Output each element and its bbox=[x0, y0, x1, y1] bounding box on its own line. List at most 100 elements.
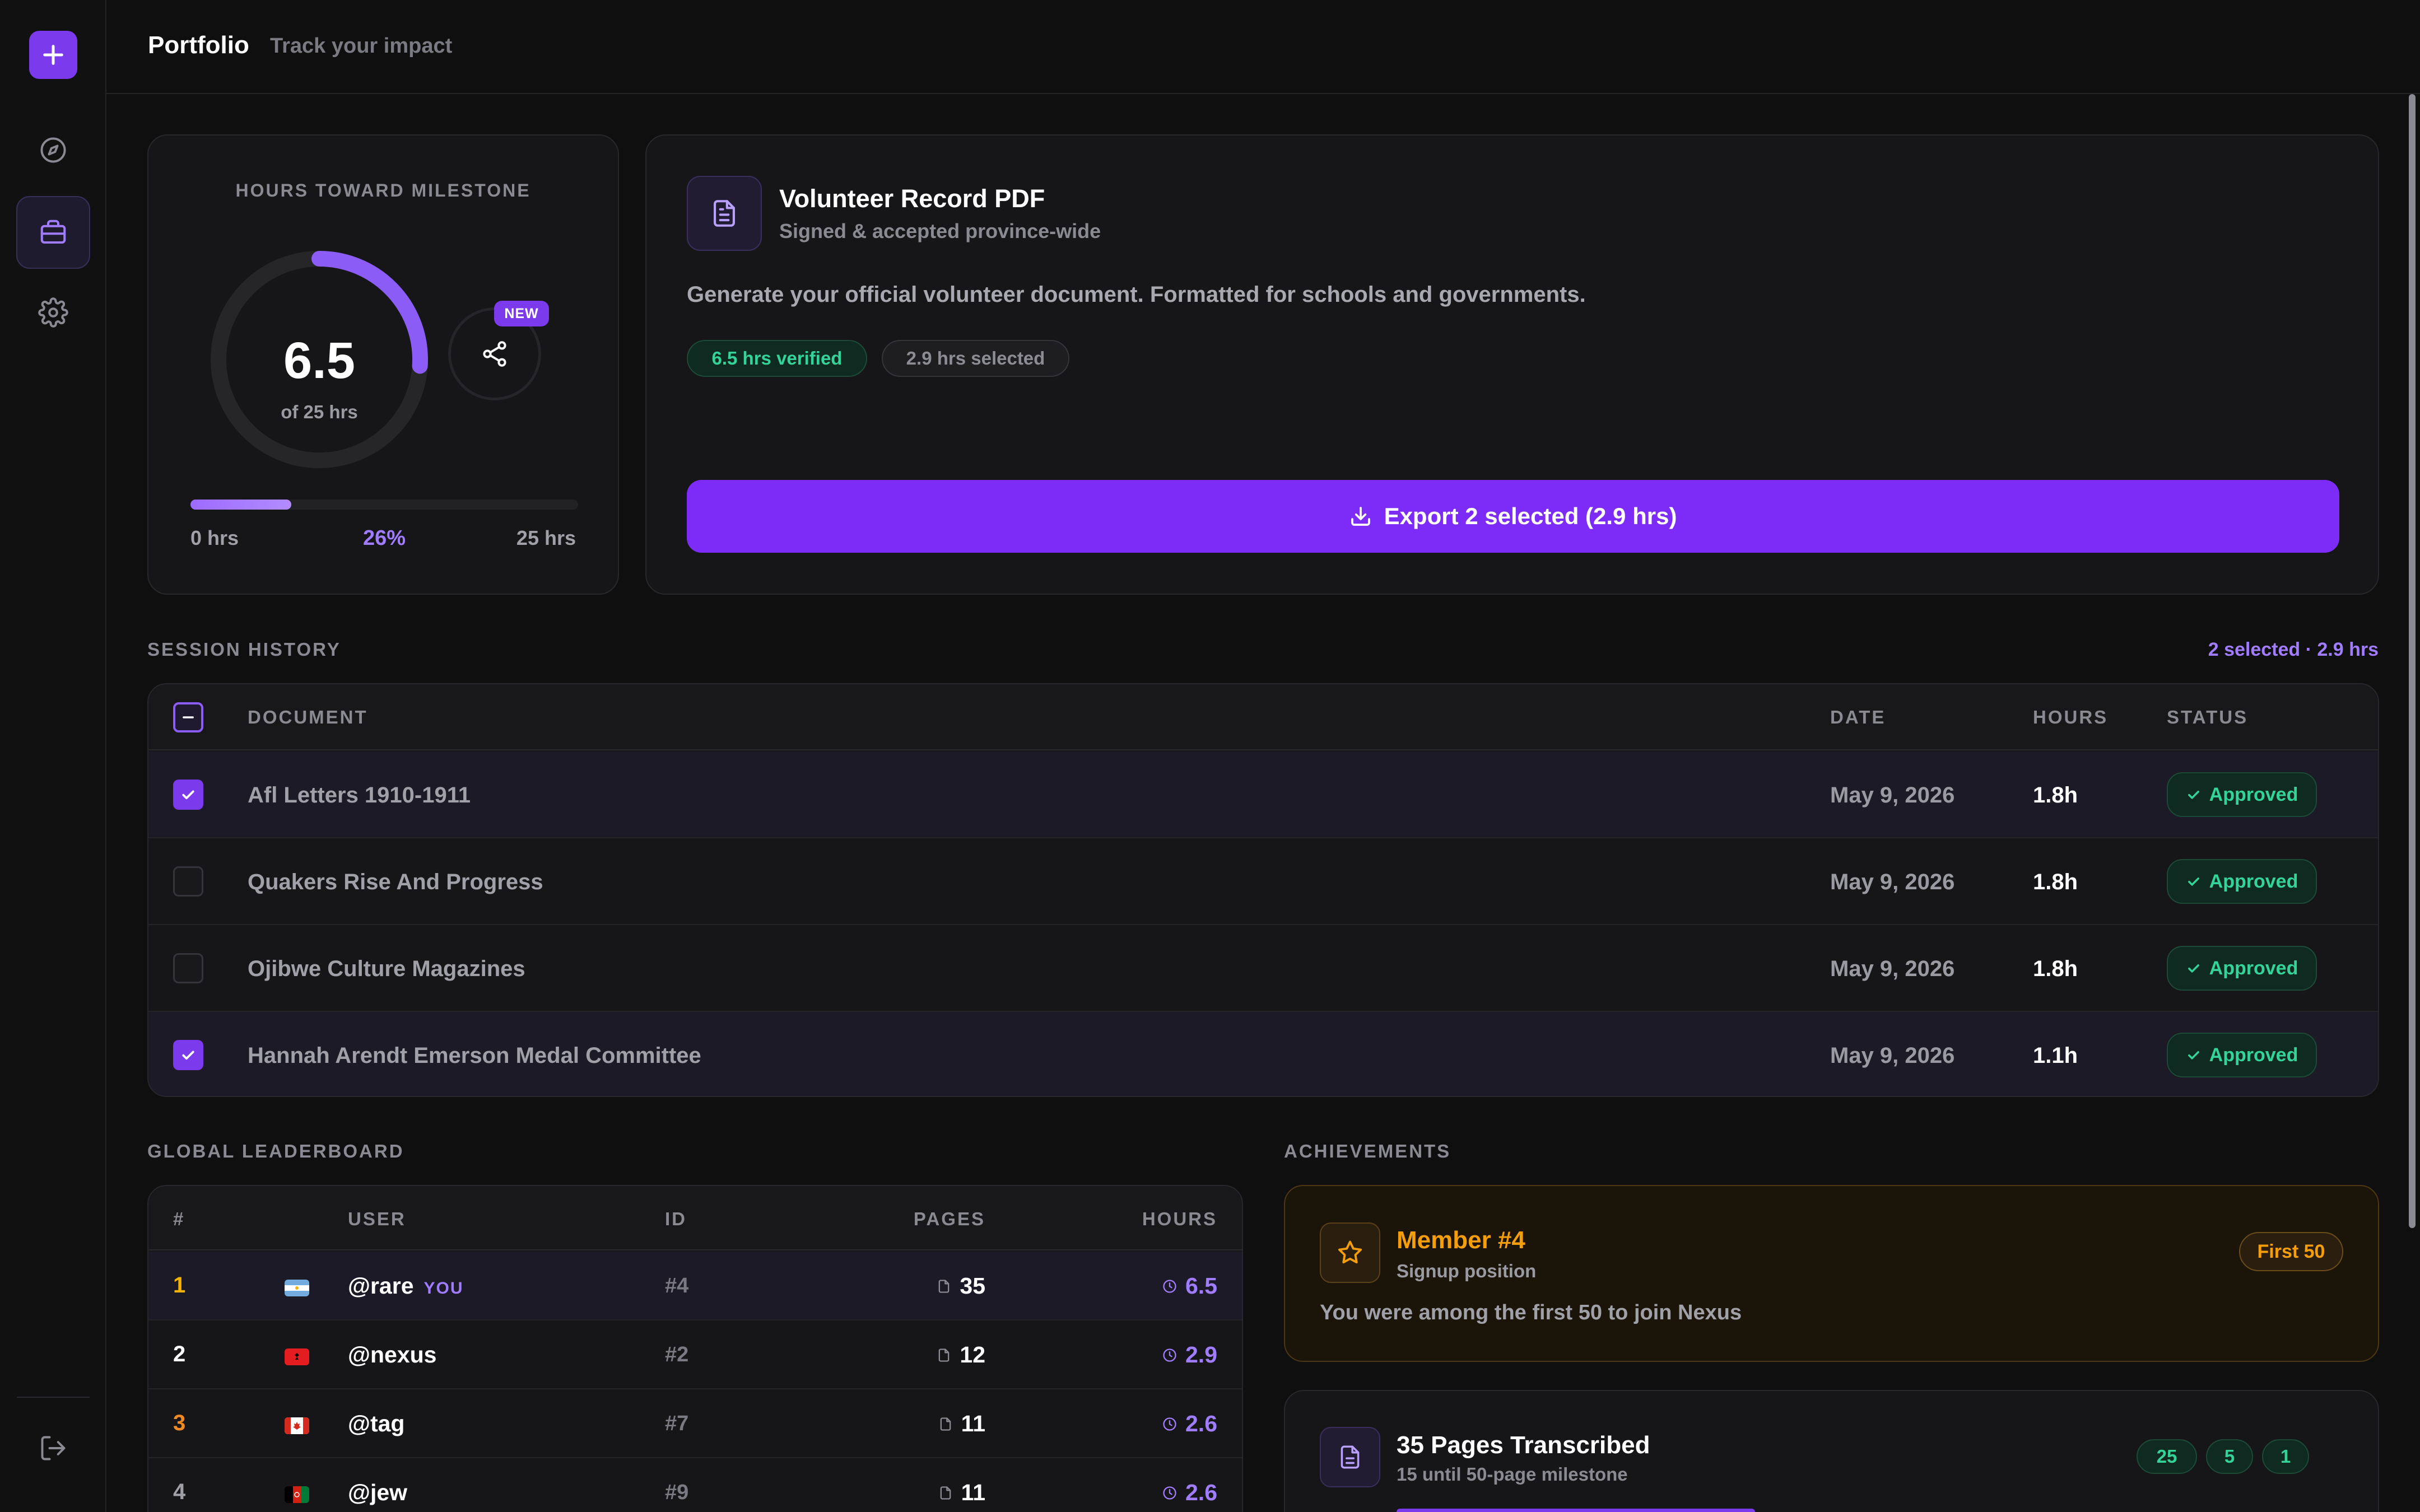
sidebar-item-explore[interactable] bbox=[32, 129, 75, 171]
export-label: Export 2 selected (2.9 hrs) bbox=[1384, 503, 1677, 529]
session-date: May 9, 2026 bbox=[1830, 1043, 1955, 1068]
milestone-card: HOURS TOWARD MILESTONE 6.5 of 25 hrs NEW… bbox=[147, 134, 619, 595]
user-id: #4 bbox=[665, 1274, 689, 1298]
pages-value: 11 bbox=[961, 1411, 985, 1436]
sidebar-item-portfolio[interactable] bbox=[16, 196, 90, 269]
leaderboard-row[interactable]: 2 @nexus #2 12 2.9 bbox=[148, 1320, 1242, 1389]
username-text: @rare bbox=[348, 1273, 414, 1299]
table-row[interactable]: Quakers Rise And Progress May 9, 2026 1.8h… bbox=[148, 838, 2378, 925]
leaderboard-row[interactable]: 3 @tag #7 11 2.6 bbox=[148, 1389, 1242, 1458]
pages-value: 35 bbox=[960, 1273, 985, 1299]
export-button[interactable]: Export 2 selected (2.9 hrs) bbox=[687, 480, 2339, 553]
username[interactable]: @rare YOU bbox=[348, 1273, 464, 1299]
achievement-member-description: You were among the first 50 to join Nexu… bbox=[1320, 1301, 1742, 1324]
milestone-goal: of 25 hrs bbox=[281, 402, 358, 422]
flag-icon bbox=[285, 1280, 309, 1296]
username[interactable]: @tag bbox=[348, 1411, 404, 1437]
session-date: May 9, 2026 bbox=[1830, 783, 1955, 808]
user-hours: 2.6 bbox=[1162, 1411, 1217, 1437]
achievement-pages-subtitle: 15 until 50-page milestone bbox=[1397, 1464, 1628, 1485]
table-row[interactable]: Ojibwe Culture Magazines May 9, 2026 1.8h A… bbox=[148, 925, 2378, 1012]
column-hours: HOURS bbox=[1142, 1208, 1217, 1229]
column-pages: PAGES bbox=[913, 1208, 985, 1229]
hours-value: 6.5 bbox=[1185, 1273, 1217, 1299]
flag-icon bbox=[285, 1348, 309, 1365]
hours-value: 2.6 bbox=[1185, 1411, 1217, 1436]
compass-icon bbox=[40, 137, 66, 163]
achievements-label: ACHIEVEMENTS bbox=[1284, 1141, 1451, 1161]
rank-number: 2 bbox=[173, 1342, 186, 1366]
user-id: #2 bbox=[665, 1343, 689, 1366]
document-icon bbox=[1320, 1427, 1380, 1487]
row-checkbox[interactable] bbox=[173, 866, 203, 897]
column-document[interactable]: DOCUMENT bbox=[248, 707, 368, 728]
document-name[interactable]: Afl Letters 1910-1911 bbox=[248, 783, 471, 808]
new-button[interactable] bbox=[29, 31, 77, 79]
column-id: ID bbox=[665, 1208, 687, 1229]
achievement-pages-title: 35 Pages Transcribed bbox=[1397, 1431, 1650, 1459]
document-name[interactable]: Ojibwe Culture Magazines bbox=[248, 956, 525, 982]
pages-value: 12 bbox=[960, 1342, 985, 1368]
row-checkbox[interactable] bbox=[173, 953, 203, 983]
achievement-pages-progress bbox=[1397, 1509, 1755, 1512]
sidebar bbox=[0, 0, 106, 1512]
rank-number: 3 bbox=[173, 1411, 186, 1435]
achievement-member-title: Member #4 bbox=[1397, 1226, 1525, 1254]
gear-icon bbox=[38, 297, 68, 328]
username-text: @nexus bbox=[348, 1342, 437, 1368]
pages-chip: 25 bbox=[2137, 1439, 2197, 1474]
table-row[interactable]: Hannah Arendt Emerson Medal Committee May… bbox=[148, 1012, 2378, 1096]
logout-button[interactable] bbox=[32, 1427, 75, 1469]
first-50-badge: First 50 bbox=[2239, 1232, 2343, 1271]
sidebar-item-settings[interactable] bbox=[32, 291, 75, 334]
user-hours: 6.5 bbox=[1162, 1273, 1217, 1299]
username[interactable]: @jew bbox=[348, 1480, 407, 1506]
column-hours[interactable]: HOURS bbox=[2033, 707, 2108, 728]
page-icon bbox=[939, 1279, 950, 1293]
status-badge: Approved bbox=[2167, 772, 2317, 817]
scrollbar-thumb[interactable] bbox=[2409, 94, 2416, 1228]
clock-icon bbox=[1163, 1348, 1176, 1362]
rank-number: 1 bbox=[173, 1273, 186, 1298]
status-badge: Approved bbox=[2167, 1033, 2317, 1077]
status-badge: Approved bbox=[2167, 946, 2317, 991]
leaderboard-table: # USER ID PAGES HOURS 1 @rare YOU #4 35 6.5 2 @… bbox=[147, 1185, 1243, 1512]
status-label: Approved bbox=[2209, 1044, 2298, 1066]
leaderboard-row[interactable]: 4 @jew #9 11 2.6 bbox=[148, 1458, 1242, 1512]
page-header: Portfolio Track your impact bbox=[106, 0, 2420, 94]
document-name[interactable]: Hannah Arendt Emerson Medal Committee bbox=[248, 1043, 701, 1068]
select-all-checkbox[interactable] bbox=[173, 702, 203, 732]
column-user: USER bbox=[348, 1208, 406, 1229]
username[interactable]: @nexus bbox=[348, 1342, 436, 1368]
pdf-title: Volunteer Record PDF bbox=[779, 184, 1045, 213]
leaderboard-row[interactable]: 1 @rare YOU #4 35 6.5 bbox=[148, 1252, 1242, 1320]
pdf-description: Generate your official volunteer documen… bbox=[687, 282, 1586, 307]
page-icon bbox=[940, 1486, 951, 1500]
user-pages: 12 bbox=[936, 1342, 985, 1368]
user-hours: 2.9 bbox=[1162, 1342, 1217, 1368]
plus-icon bbox=[43, 45, 63, 65]
check-icon bbox=[2188, 1051, 2199, 1060]
column-date[interactable]: DATE bbox=[1830, 707, 1886, 728]
session-hours: 1.8h bbox=[2033, 870, 2078, 894]
pages-chip: 5 bbox=[2206, 1439, 2253, 1474]
hours-value: 2.6 bbox=[1185, 1480, 1217, 1505]
row-checkbox[interactable] bbox=[173, 1040, 203, 1070]
pdf-subtitle: Signed & accepted province-wide bbox=[779, 220, 1101, 242]
milestone-label: HOURS TOWARD MILESTONE bbox=[235, 180, 531, 200]
user-hours: 2.6 bbox=[1162, 1480, 1217, 1506]
milestone-progress-bar bbox=[190, 500, 578, 510]
check-icon bbox=[2188, 964, 2199, 973]
check-icon bbox=[2188, 878, 2199, 886]
session-hours: 1.8h bbox=[2033, 783, 2078, 808]
new-badge: NEW bbox=[494, 301, 549, 326]
page-icon bbox=[940, 1417, 951, 1431]
page-title: Portfolio bbox=[148, 31, 249, 59]
document-name[interactable]: Quakers Rise And Progress bbox=[248, 870, 543, 895]
table-row[interactable]: Afl Letters 1910-1911 May 9, 2026 1.8h Appr… bbox=[148, 752, 2378, 838]
selection-summary: 2 selected · 2.9 hrs bbox=[2208, 639, 2379, 660]
status-label: Approved bbox=[2209, 870, 2298, 892]
column-status[interactable]: STATUS bbox=[2167, 707, 2248, 728]
achievement-pages-card: 35 Pages Transcribed 15 until 50-page mi… bbox=[1284, 1390, 2379, 1512]
row-checkbox[interactable] bbox=[173, 780, 203, 810]
